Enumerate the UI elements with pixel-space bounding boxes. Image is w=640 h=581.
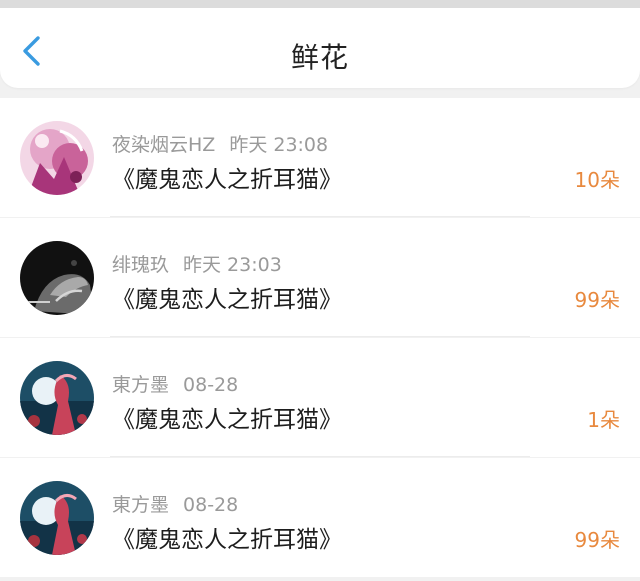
avatar[interactable] — [20, 481, 94, 555]
timestamp: 昨天 23:03 — [183, 254, 282, 276]
list-item[interactable]: 绯瑰玖 昨天 23:03 《魔鬼恋人之折耳猫》 99朵 — [0, 218, 640, 337]
flower-count: 1朵 — [587, 408, 620, 432]
username[interactable]: 绯瑰玖 — [112, 254, 169, 276]
flower-gift-list: 夜染烟云HZ 昨天 23:08 《魔鬼恋人之折耳猫》 10朵 绯瑰玖 昨天 23:0… — [0, 98, 640, 577]
list-item[interactable]: 東方墨 08-28 《魔鬼恋人之折耳猫》 99朵 — [0, 458, 640, 577]
book-title[interactable]: 《魔鬼恋人之折耳猫》 — [112, 160, 342, 194]
moon-anime-avatar-icon — [20, 481, 94, 555]
timestamp: 08-28 — [183, 374, 239, 396]
book-title[interactable]: 《魔鬼恋人之折耳猫》 — [112, 280, 342, 314]
avatar[interactable] — [20, 361, 94, 435]
dark-hands-avatar-icon — [20, 241, 94, 315]
divider — [110, 336, 530, 337]
flower-count: 99朵 — [574, 288, 620, 312]
flower-list-page: 鲜花 夜染烟云HZ 昨天 23:08 《魔鬼恋人之折耳猫》 10朵 绯瑰玖 昨天… — [0, 0, 640, 581]
row-meta: 绯瑰玖 昨天 23:03 — [112, 250, 282, 277]
header-bar: 鲜花 — [0, 8, 640, 88]
flower-count: 10朵 — [574, 168, 620, 192]
book-title[interactable]: 《魔鬼恋人之折耳猫》 — [112, 520, 342, 554]
status-strip — [0, 0, 640, 8]
page-title: 鲜花 — [290, 41, 349, 74]
pink-anime-avatar-icon — [20, 121, 94, 195]
divider — [110, 216, 530, 217]
avatar[interactable] — [20, 121, 94, 195]
row-meta: 東方墨 08-28 — [112, 490, 238, 517]
username[interactable]: 夜染烟云HZ — [112, 134, 215, 156]
row-meta: 東方墨 08-28 — [112, 370, 238, 397]
flower-count: 99朵 — [574, 528, 620, 552]
list-item[interactable]: 東方墨 08-28 《魔鬼恋人之折耳猫》 1朵 — [0, 338, 640, 457]
username[interactable]: 東方墨 — [112, 494, 169, 516]
timestamp: 08-28 — [183, 494, 239, 516]
divider — [110, 456, 530, 457]
moon-anime-avatar-icon — [20, 361, 94, 435]
timestamp: 昨天 23:08 — [229, 134, 329, 156]
avatar[interactable] — [20, 241, 94, 315]
row-meta: 夜染烟云HZ 昨天 23:08 — [112, 130, 328, 157]
book-title[interactable]: 《魔鬼恋人之折耳猫》 — [112, 400, 342, 434]
username[interactable]: 東方墨 — [112, 374, 169, 396]
list-item[interactable]: 夜染烟云HZ 昨天 23:08 《魔鬼恋人之折耳猫》 10朵 — [0, 98, 640, 217]
